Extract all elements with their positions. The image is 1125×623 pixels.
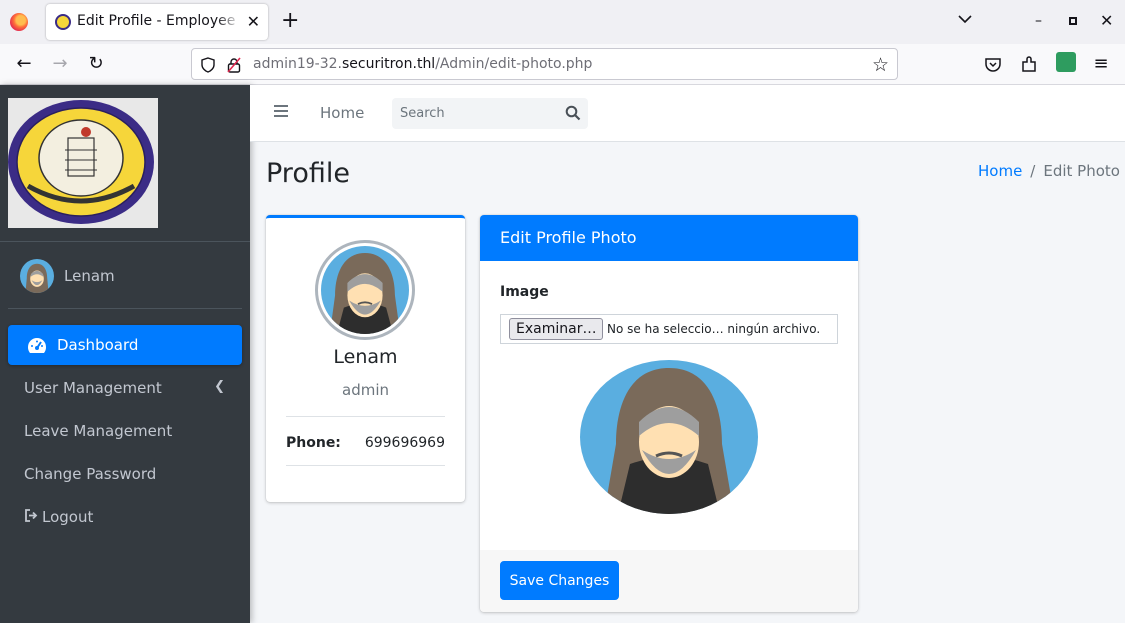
minimize-icon[interactable]: – — [1035, 13, 1042, 29]
sidebar: Lenam Dashboard User Management ❮ Leave … — [0, 85, 250, 623]
photo-preview — [580, 360, 758, 514]
divider — [286, 465, 445, 466]
file-status-text: No se ha seleccio… ningún archivo. — [607, 322, 821, 336]
site-favicon-icon — [55, 14, 71, 30]
top-navbar: Home — [250, 85, 1125, 142]
sidebar-toggle-icon[interactable] — [274, 105, 288, 119]
card-header: Edit Profile Photo — [480, 215, 858, 261]
page-title: Profile — [266, 158, 350, 189]
chevron-down-icon[interactable] — [957, 11, 973, 27]
file-input[interactable]: Examinar… No se ha seleccio… ningún arch… — [500, 314, 838, 344]
extensions-puzzle-icon[interactable] — [1020, 56, 1038, 74]
insecure-lock-icon[interactable] — [227, 57, 241, 73]
breadcrumb-home-link[interactable]: Home — [978, 162, 1022, 180]
forward-arrow-icon[interactable]: → — [51, 55, 69, 73]
sidebar-item-user-management[interactable]: User Management ❮ — [8, 368, 242, 408]
browse-file-button[interactable]: Examinar… — [509, 318, 604, 340]
nav-link-home[interactable]: Home — [320, 104, 364, 122]
url-text[interactable]: admin19-32.securitron.thl/Admin/edit-pho… — [253, 56, 592, 72]
window-close-icon[interactable]: ✕ — [1100, 11, 1113, 30]
profile-card: Lenam admin Phone: 699696969 — [266, 215, 465, 502]
divider — [8, 308, 242, 309]
profile-role: admin — [342, 381, 389, 399]
sidebar-item-label: User Management — [24, 379, 162, 397]
search-icon[interactable] — [565, 105, 581, 121]
reload-icon[interactable]: ↻ — [87, 55, 105, 73]
sidebar-item-label: Leave Management — [24, 422, 173, 440]
user-name: Lenam — [64, 267, 115, 285]
sidebar-item-logout-row: Logout — [24, 508, 93, 526]
sidebar-item-change-password[interactable]: Change Password — [8, 454, 242, 494]
profile-avatar — [315, 240, 415, 340]
breadcrumb-separator: / — [1030, 162, 1036, 180]
hamburger-menu-icon[interactable]: ≡ — [1092, 55, 1110, 73]
avatar — [20, 259, 54, 293]
shield-icon[interactable] — [201, 57, 215, 73]
divider — [286, 416, 445, 417]
phone-value: 699696969 — [364, 435, 445, 451]
edit-photo-card: Edit Profile Photo Image Examinar… No se… — [480, 215, 858, 612]
brand-logo[interactable] — [8, 98, 158, 228]
sign-out-icon — [25, 509, 38, 522]
search-form — [392, 98, 588, 129]
sidebar-item-label: Dashboard — [57, 336, 139, 354]
maximize-icon[interactable] — [1069, 17, 1077, 25]
bookmark-star-icon[interactable]: ☆ — [872, 54, 889, 76]
browser-tab-bar: Edit Profile - Employee Management ✕ + –… — [0, 0, 1125, 44]
image-label: Image — [500, 284, 549, 300]
tab-title: Edit Profile - Employee Management — [77, 13, 241, 29]
search-input[interactable] — [392, 98, 557, 129]
address-bar[interactable]: admin19-32.securitron.thl/Admin/edit-pho… — [191, 48, 898, 80]
sidebar-item-leave-management[interactable]: Leave Management — [8, 411, 242, 451]
chevron-left-icon: ❮ — [214, 379, 225, 394]
firefox-icon[interactable] — [10, 13, 28, 31]
breadcrumb-current: Edit Photo — [1043, 162, 1120, 180]
avatar-image — [329, 253, 401, 334]
sidebar-item-label: Change Password — [24, 465, 157, 483]
divider — [0, 241, 250, 242]
profile-name: Lenam — [333, 346, 398, 368]
browser-nav-bar: ← → ↻ admin19-32.securitron.thl/Admin/ed… — [0, 44, 1125, 85]
pocket-icon[interactable] — [984, 56, 1002, 74]
sidebar-item-dashboard[interactable]: Dashboard — [8, 325, 242, 365]
back-arrow-icon[interactable]: ← — [15, 55, 33, 73]
card-footer: Save Changes — [480, 550, 858, 612]
phone-label: Phone: — [286, 435, 341, 451]
sidebar-item-logout[interactable]: Logout — [8, 497, 242, 537]
close-tab-icon[interactable]: ✕ — [247, 12, 260, 32]
sidebar-item-label: Logout — [42, 508, 94, 526]
save-changes-button[interactable]: Save Changes — [500, 561, 619, 600]
browser-tab[interactable]: Edit Profile - Employee Management ✕ — [46, 4, 268, 40]
card-title: Edit Profile Photo — [500, 228, 637, 247]
extension-badge-icon[interactable] — [1056, 52, 1076, 72]
new-tab-icon[interactable]: + — [281, 10, 299, 32]
avatar-image — [604, 368, 734, 514]
school-crest-logo — [8, 100, 154, 224]
tachometer-icon — [27, 338, 47, 353]
breadcrumb: Home / Edit Photo — [978, 162, 1120, 180]
